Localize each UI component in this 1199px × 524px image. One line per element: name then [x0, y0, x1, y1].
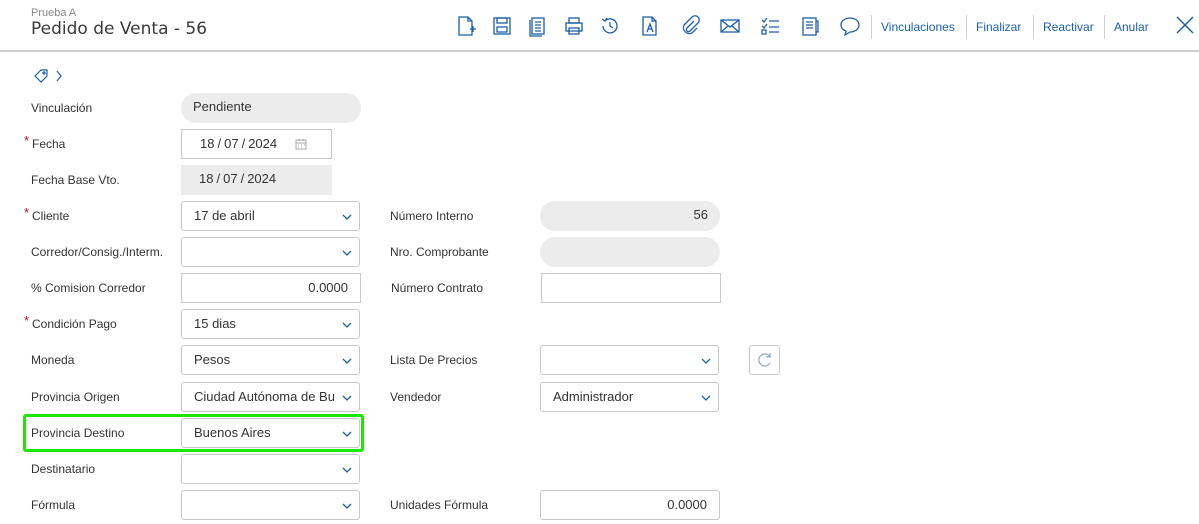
fecha-base-label: Fecha Base Vto. — [31, 173, 120, 187]
prov-destino-label: Provincia Destino — [31, 426, 125, 440]
fecha-base-field: 18/07/2024 — [181, 165, 332, 195]
destinatario-select[interactable] — [181, 454, 360, 484]
prov-origen-label: Provincia Origen — [31, 390, 120, 404]
finalizar-link[interactable]: Finalizar — [976, 20, 1021, 34]
chevron-down-icon — [342, 322, 352, 328]
numero-contrato-input[interactable] — [541, 273, 721, 303]
fecha-year: 2024 — [248, 136, 278, 151]
report-icon[interactable] — [799, 15, 821, 37]
fecha-input[interactable]: 18/07/2024 — [181, 129, 332, 159]
chevron-right-icon — [56, 70, 62, 82]
vinculacion-label: Vinculación — [31, 101, 93, 115]
corredor-label: Corredor/Consig./Interm. — [31, 245, 164, 259]
lista-precios-select[interactable] — [540, 345, 719, 375]
vendedor-label: Vendedor — [390, 390, 442, 404]
chevron-down-icon — [342, 214, 352, 220]
tag-icon — [34, 69, 48, 83]
vinculaciones-link[interactable]: Vinculaciones — [881, 20, 955, 34]
fecha-label: Fecha — [32, 137, 66, 151]
lista-precios-label: Lista De Precios — [390, 353, 478, 367]
formula-label: Fórmula — [31, 498, 76, 512]
prov-destino-value: Buenos Aires — [194, 425, 271, 440]
destinatario-label: Destinatario — [31, 462, 96, 476]
prov-destino-select[interactable]: Buenos Aires — [181, 418, 360, 448]
text-document-icon[interactable] — [639, 15, 661, 37]
comision-label: % Comision Corredor — [31, 281, 146, 295]
condicion-value: 15 dias — [194, 316, 236, 331]
comment-icon[interactable] — [839, 15, 861, 37]
nro-comprobante-label: Nro. Comprobante — [390, 245, 489, 259]
nro-comprobante-field — [540, 237, 720, 267]
chevron-down-icon — [342, 503, 352, 509]
chevron-down-icon — [701, 395, 711, 401]
cliente-label: Cliente — [32, 209, 70, 223]
save-icon[interactable] — [491, 15, 513, 37]
fecha-base-year: 2024 — [247, 171, 277, 186]
mail-icon[interactable] — [719, 15, 741, 37]
corredor-select[interactable] — [181, 237, 360, 267]
vinculacion-field: Pendiente — [181, 93, 361, 123]
page-subtitle: Prueba A — [31, 7, 77, 19]
history-icon[interactable] — [599, 15, 621, 37]
refresh-icon — [758, 353, 771, 367]
page-title: Pedido de Venta - 56 — [31, 19, 208, 39]
copy-icon[interactable] — [527, 15, 549, 37]
condicion-label: Condición Pago — [32, 317, 117, 331]
print-icon[interactable] — [563, 15, 585, 37]
prov-origen-select[interactable]: Ciudad Autónoma de Bu — [181, 382, 360, 412]
vendedor-select[interactable]: Administrador — [540, 382, 719, 412]
moneda-label: Moneda — [31, 353, 75, 367]
chevron-down-icon — [701, 358, 711, 364]
condicion-select[interactable]: 15 dias — [181, 309, 360, 339]
fecha-month: 07 — [224, 136, 239, 151]
cliente-value: 17 de abril — [194, 208, 255, 223]
moneda-value: Pesos — [194, 352, 231, 367]
calendar-icon[interactable] — [295, 138, 307, 150]
formula-select[interactable] — [181, 490, 360, 520]
breadcrumb[interactable] — [33, 68, 65, 87]
fecha-base-month: 07 — [223, 171, 238, 186]
fecha-day: 18 — [200, 136, 215, 151]
page-header: Prueba A Pedido de Venta - 56 Vinculacio… — [0, 0, 1199, 52]
attach-icon[interactable] — [679, 15, 701, 37]
required-marker: * — [24, 205, 30, 220]
required-marker: * — [24, 133, 30, 148]
prov-origen-value: Ciudad Autónoma de Bu — [194, 389, 335, 404]
reactivar-link[interactable]: Reactivar — [1043, 20, 1094, 34]
chevron-down-icon — [342, 395, 352, 401]
moneda-select[interactable]: Pesos — [181, 345, 360, 375]
unidades-formula-input[interactable]: 0.0000 — [540, 490, 720, 520]
checklist-icon[interactable] — [759, 15, 781, 37]
anular-link[interactable]: Anular — [1114, 20, 1149, 34]
chevron-down-icon — [342, 358, 352, 364]
comision-input[interactable]: 0.0000 — [181, 273, 361, 303]
close-icon[interactable] — [1174, 14, 1196, 36]
vendedor-value: Administrador — [553, 389, 634, 404]
numero-interno-field: 56 — [540, 201, 720, 231]
required-marker: * — [24, 313, 30, 328]
chevron-down-icon — [342, 250, 352, 256]
numero-contrato-label: Número Contrato — [391, 281, 484, 295]
fecha-base-day: 18 — [199, 171, 214, 186]
chevron-down-icon — [342, 467, 352, 473]
new-document-icon[interactable] — [455, 15, 477, 37]
chevron-down-icon — [342, 431, 352, 437]
cliente-select[interactable]: 17 de abril — [181, 201, 360, 231]
unidades-formula-label: Unidades Fórmula — [390, 498, 489, 512]
numero-interno-label: Número Interno — [390, 209, 474, 223]
refresh-button[interactable] — [749, 345, 780, 375]
